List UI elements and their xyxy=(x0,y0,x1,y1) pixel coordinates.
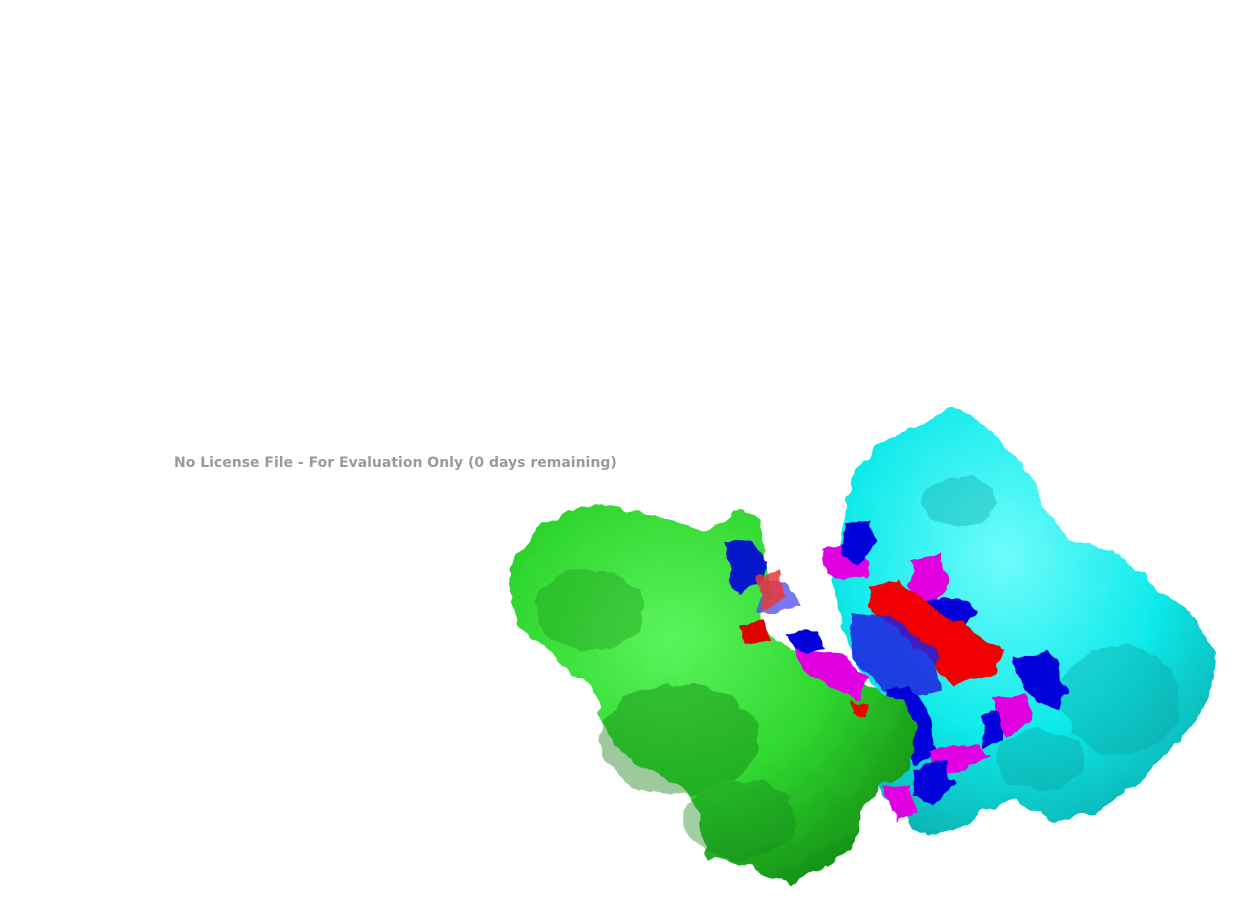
surface-texture xyxy=(500,400,1220,890)
molecular-viewport[interactable]: No License File - For Evaluation Only (0… xyxy=(0,0,1245,913)
evaluation-watermark: No License File - For Evaluation Only (0… xyxy=(174,455,617,471)
